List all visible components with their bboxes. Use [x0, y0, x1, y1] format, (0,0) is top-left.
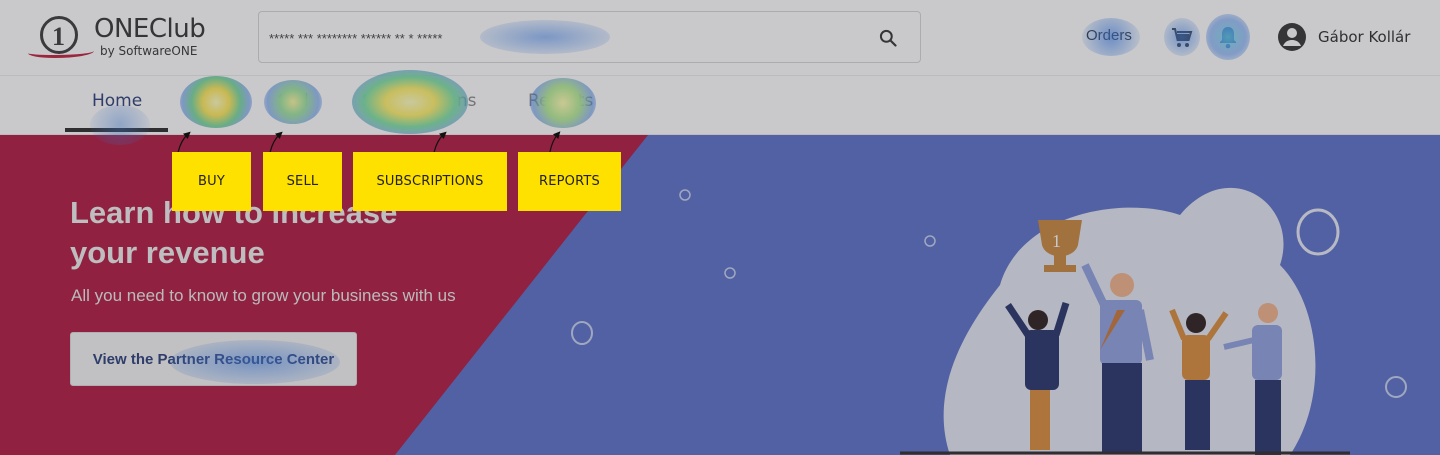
hero-title-line-2: your revenue [70, 235, 265, 270]
logo-title: ONEClub [94, 14, 206, 44]
top-header: 1 ONEClub by SoftwareONE Orders Gábor Ko… [0, 0, 1440, 75]
oneclub-logo[interactable]: 1 ONEClub by SoftwareONE [28, 12, 208, 62]
nav-tab-buy[interactable]: Buy [195, 91, 228, 111]
search-icon[interactable] [878, 28, 898, 48]
user-avatar-icon[interactable] [1277, 22, 1307, 52]
partner-resource-center-button[interactable]: View the Partner Resource Center [70, 332, 357, 386]
nav-tab-reports[interactable]: Reports [528, 91, 593, 111]
annotation-label-subscriptions: SUBSCRIPTIONS [353, 152, 507, 211]
user-name[interactable]: Gábor Kollár [1318, 28, 1410, 46]
logo-subtitle: by SoftwareONE [100, 44, 198, 58]
nav-tab-subscriptions[interactable]: Subscriptions [362, 91, 476, 111]
bell-icon[interactable] [1216, 24, 1240, 50]
cart-icon[interactable] [1170, 26, 1194, 50]
nav-tab-sell[interactable]: Sell [278, 91, 309, 111]
annotation-label-buy: BUY [172, 152, 251, 211]
orders-link[interactable]: Orders [1086, 27, 1132, 44]
annotation-label-sell: SELL [263, 152, 342, 211]
annotation-label-reports: REPORTS [518, 152, 621, 211]
hero-subtitle: All you need to know to grow your busine… [71, 286, 456, 305]
search-box[interactable] [258, 11, 921, 63]
svg-text:1: 1 [1052, 231, 1061, 251]
search-input[interactable] [269, 26, 859, 50]
main-nav: Home Buy Sell Subscriptions Reports [0, 75, 1440, 135]
nav-tab-home[interactable]: Home [92, 91, 142, 111]
logo-mark: 1 [52, 22, 65, 51]
active-tab-indicator [65, 128, 168, 132]
